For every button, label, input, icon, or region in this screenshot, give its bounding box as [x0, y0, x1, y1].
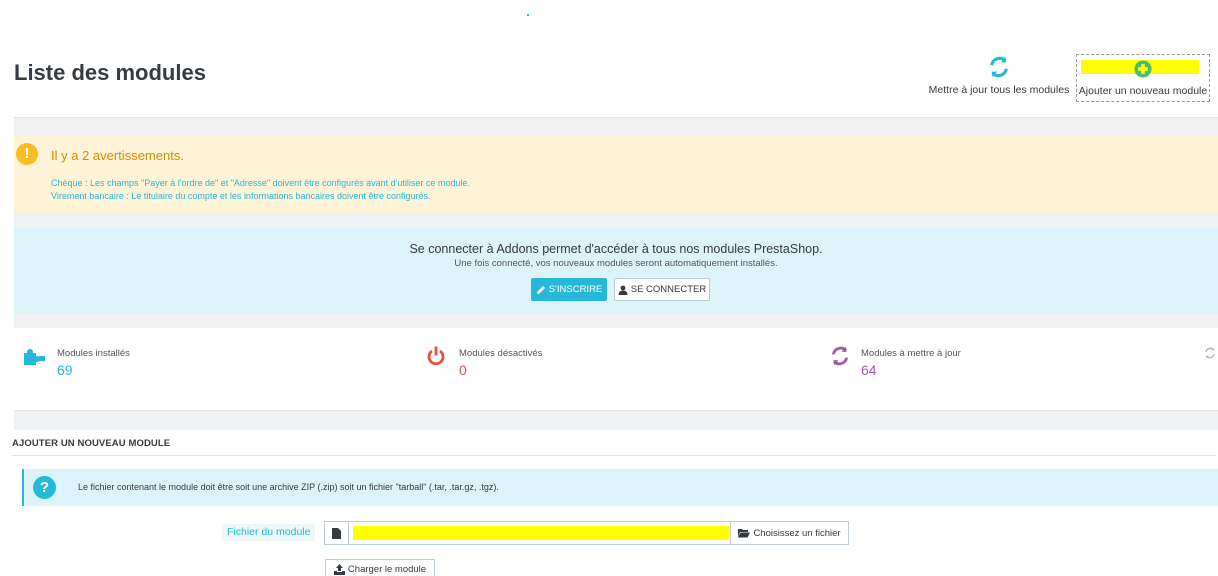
choose-file-label: Choisissez un fichier	[753, 527, 841, 539]
stat-disabled-value: 0	[459, 362, 467, 378]
refresh-stats-icon[interactable]	[1204, 347, 1216, 359]
top-dot	[527, 14, 529, 16]
login-label: SE CONNECTER	[630, 284, 707, 295]
addons-subtitle: Une fois connecté, vos nouveaux modules …	[454, 258, 778, 269]
update-all-label: Mettre à jour tous les modules	[928, 84, 1070, 96]
refresh-icon	[831, 346, 849, 366]
file-icon-box	[325, 522, 349, 544]
warning-line-bankwire: Virement bancaire : Le titulaire du comp…	[51, 191, 431, 201]
user-icon	[618, 285, 628, 295]
divider-bar	[14, 314, 1218, 328]
module-file-label: Fichier du module	[222, 524, 316, 541]
stat-installed-label: Modules installés	[57, 348, 130, 359]
add-module-section-title: AJOUTER UN NOUVEAU MODULE	[12, 438, 171, 449]
stat-disabled-label: Modules désactivés	[459, 348, 543, 359]
addons-title: Se connecter à Addons permet d'accéder à…	[409, 242, 823, 256]
stat-installed-value: 69	[57, 362, 73, 378]
plus-circle-icon	[1134, 60, 1152, 78]
login-button[interactable]: SE CONNECTER	[614, 278, 710, 301]
puzzle-icon	[24, 349, 45, 365]
addons-connect-panel: Se connecter à Addons permet d'accéder à…	[14, 228, 1218, 314]
upload-info-alert: ? Le fichier contenant le module doit êt…	[22, 469, 1218, 506]
stat-to-update-value: 64	[861, 362, 877, 378]
divider-bar	[14, 410, 1218, 430]
power-icon	[427, 346, 445, 366]
module-file-input[interactable]	[353, 526, 729, 540]
divider-bar	[14, 117, 1218, 135]
page-title: Liste des modules	[14, 60, 206, 85]
upload-module-button[interactable]: Charger le module	[325, 559, 435, 576]
exclamation-icon: !	[16, 143, 38, 165]
file-icon	[332, 527, 341, 539]
refresh-icon	[990, 56, 1008, 78]
choose-file-button[interactable]: Choisissez un fichier	[730, 522, 848, 544]
question-icon: ?	[33, 476, 56, 499]
pencil-icon	[536, 285, 545, 294]
upload-module-label: Charger le module	[347, 563, 427, 575]
stat-to-update-label: Modules à mettre à jour	[861, 348, 961, 359]
module-file-group: Choisissez un fichier	[324, 521, 849, 545]
warning-alert: ! Il y a 2 avertissements. Chèque : Les …	[14, 135, 1218, 213]
signup-button[interactable]: S'INSCRIRE	[531, 278, 607, 301]
section-divider	[12, 455, 1216, 456]
warning-line-cheque: Chèque : Les champs "Payer à l'ordre de"…	[51, 178, 470, 188]
update-all-modules-button[interactable]: Mettre à jour tous les modules	[926, 54, 1072, 100]
add-new-module-button[interactable]: Ajouter un nouveau module	[1076, 54, 1210, 102]
add-new-module-label: Ajouter un nouveau module	[1078, 85, 1208, 97]
divider-bar	[14, 213, 1218, 228]
folder-icon	[738, 529, 751, 538]
upload-info-text: Le fichier contenant le module doit être…	[78, 482, 499, 492]
signup-label: S'INSCRIRE	[548, 284, 603, 295]
upload-icon	[333, 563, 345, 575]
warning-title: Il y a 2 avertissements.	[51, 148, 184, 163]
